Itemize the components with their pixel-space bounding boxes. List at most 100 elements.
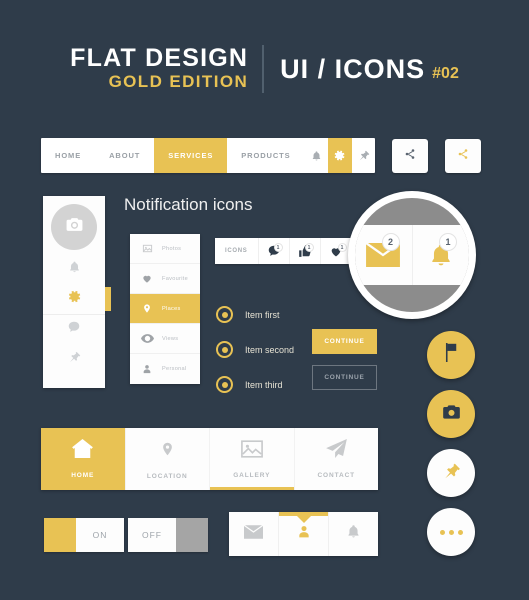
menu-item-views[interactable]: Views (130, 324, 200, 354)
magnifier-lens: 2 1 (348, 191, 476, 319)
gear-icon (67, 289, 82, 309)
page-subtitle: GOLD EDITION (108, 72, 249, 91)
heart-icon (137, 273, 157, 284)
sidebar-item-chat[interactable] (43, 314, 105, 344)
bottom-item-profile[interactable] (278, 512, 328, 556)
menu-item-label: Personal (162, 366, 187, 372)
top-navbar[interactable]: HOME ABOUT SERVICES PRODUCTS (41, 138, 375, 173)
active-pointer-triangle (296, 516, 311, 523)
header-right: UI / ICONS #02 (264, 54, 459, 85)
eye-icon (137, 334, 157, 343)
vertical-sidebar[interactable] (43, 196, 111, 388)
continue-button-filled[interactable]: CONTINUE (312, 329, 377, 354)
badge-count: 1 (273, 243, 283, 252)
radio-row-second[interactable]: Item second (216, 332, 294, 367)
tab-contact[interactable]: CONTACT (293, 428, 378, 490)
icons-toolbar-heart[interactable]: 1 (321, 238, 352, 264)
badge-count: 1 (304, 243, 314, 252)
more-dots-icon (439, 529, 463, 535)
share-button-gray[interactable] (392, 139, 428, 173)
radio-button[interactable] (216, 376, 233, 393)
share-button-gold[interactable] (445, 139, 481, 173)
header-issue-number: #02 (432, 64, 459, 82)
toggle-label: OFF (128, 518, 176, 552)
pin-icon (441, 461, 461, 486)
menu-list[interactable]: Photos Favourite Places Views Personal (130, 234, 200, 384)
paper-plane-icon (325, 439, 347, 463)
magnified-envelope-cell[interactable]: 2 (355, 225, 412, 285)
pin-icon (67, 350, 81, 369)
sidebar-item-pin[interactable] (43, 344, 105, 374)
map-pin-icon (160, 439, 175, 464)
nav-pin-icon[interactable] (352, 138, 375, 173)
icons-toolbar-label: ICONS (215, 238, 259, 264)
nav-item-about[interactable]: ABOUT (95, 138, 154, 173)
flag-button[interactable] (427, 331, 475, 379)
nav-item-home[interactable]: HOME (41, 138, 95, 173)
bottom-item-notifications[interactable] (328, 512, 378, 556)
active-indicator (105, 287, 111, 311)
toggle-handle[interactable] (176, 518, 208, 552)
badge-count: 1 (439, 233, 457, 251)
pin-button[interactable] (427, 449, 475, 497)
nav-item-products[interactable]: PRODUCTS (227, 138, 304, 173)
menu-item-label: Photos (162, 245, 182, 252)
tab-label: LOCATION (146, 472, 188, 480)
badge-count: 2 (381, 233, 400, 251)
chat-icon (67, 320, 81, 339)
home-icon (72, 439, 94, 463)
radio-row-first[interactable]: Item first (216, 297, 294, 332)
radio-label: Item second (245, 344, 295, 355)
camera-icon (441, 402, 462, 427)
icons-toolbar[interactable]: ICONS 1 1 1 (215, 238, 365, 264)
magnified-card: 2 1 (355, 225, 469, 285)
radio-button[interactable] (216, 306, 233, 323)
toggle-label: ON (76, 518, 124, 552)
icons-toolbar-thumbsup[interactable]: 1 (290, 238, 321, 264)
radio-row-third[interactable]: Item third (216, 367, 294, 402)
radio-list[interactable]: Item first Item second Item third (216, 297, 294, 402)
sidebar-item-bell[interactable] (43, 254, 105, 284)
person-icon (137, 363, 157, 375)
bell-icon (346, 523, 361, 545)
menu-item-favourite[interactable]: Favourite (130, 264, 200, 294)
header-left: FLAT DESIGN GOLD EDITION (70, 45, 262, 93)
radio-label: Item first (245, 309, 280, 320)
avatar[interactable] (51, 204, 97, 250)
tab-gallery[interactable]: GALLERY (209, 428, 294, 490)
badge-count: 1 (337, 243, 347, 252)
tab-bar[interactable]: HOME LOCATION GALLERY CONTACT (41, 428, 378, 490)
person-icon (297, 523, 311, 545)
nav-gear-icon[interactable] (328, 138, 352, 173)
tab-label: GALLERY (233, 471, 271, 479)
continue-button-outlined[interactable]: CONTINUE (312, 365, 377, 390)
share-icon (457, 147, 469, 165)
camera-icon (65, 215, 84, 239)
header-right-title: UI / ICONS (280, 53, 426, 84)
menu-item-label: Views (162, 335, 179, 342)
menu-item-photos[interactable]: Photos (130, 234, 200, 264)
more-button[interactable] (427, 508, 475, 556)
radio-button[interactable] (216, 341, 233, 358)
nav-item-services[interactable]: SERVICES (154, 138, 228, 173)
magnified-bell-cell[interactable]: 1 (411, 225, 470, 285)
toggle-on[interactable]: ON (44, 518, 124, 552)
camera-button[interactable] (427, 390, 475, 438)
bottom-icon-bar[interactable] (229, 512, 378, 556)
nav-bell-icon[interactable] (305, 138, 328, 173)
bottom-item-mail[interactable] (229, 512, 278, 556)
menu-item-personal[interactable]: Personal (130, 354, 200, 384)
menu-item-places[interactable]: Places (130, 294, 200, 324)
tab-active-underline (210, 487, 294, 490)
tab-home[interactable]: HOME (41, 428, 125, 490)
share-icon (404, 147, 416, 165)
tab-label: CONTACT (317, 472, 356, 479)
toggle-off[interactable]: OFF (128, 518, 208, 552)
toggle-handle[interactable] (44, 518, 76, 552)
map-pin-icon (137, 302, 157, 315)
sidebar-item-settings[interactable] (43, 284, 111, 314)
icons-toolbar-chat[interactable]: 1 (259, 238, 290, 264)
page-header: FLAT DESIGN GOLD EDITION UI / ICONS #02 (0, 38, 529, 100)
tab-location[interactable]: LOCATION (124, 428, 209, 490)
image-icon (137, 243, 157, 254)
